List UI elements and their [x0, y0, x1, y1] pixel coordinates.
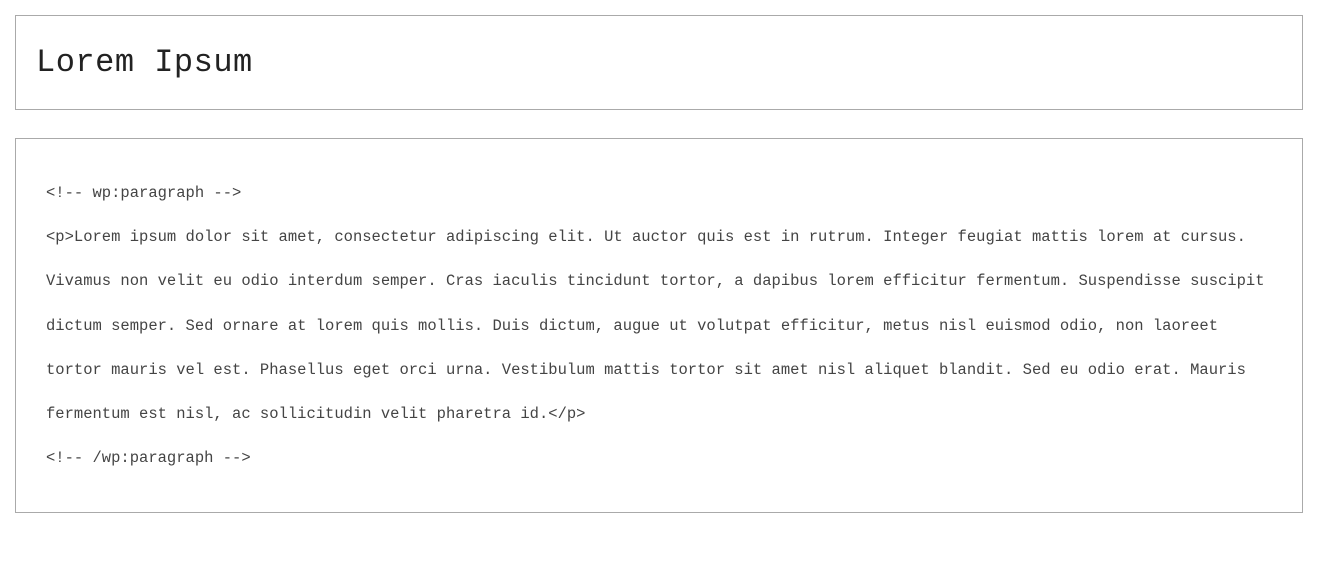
code-editor-container[interactable]: <!-- wp:paragraph --> <p>Lorem ipsum dol… [15, 138, 1303, 513]
post-title-container[interactable]: Lorem Ipsum [15, 15, 1303, 110]
code-editor-content[interactable]: <!-- wp:paragraph --> <p>Lorem ipsum dol… [46, 171, 1272, 480]
post-title-input[interactable]: Lorem Ipsum [36, 44, 1282, 81]
